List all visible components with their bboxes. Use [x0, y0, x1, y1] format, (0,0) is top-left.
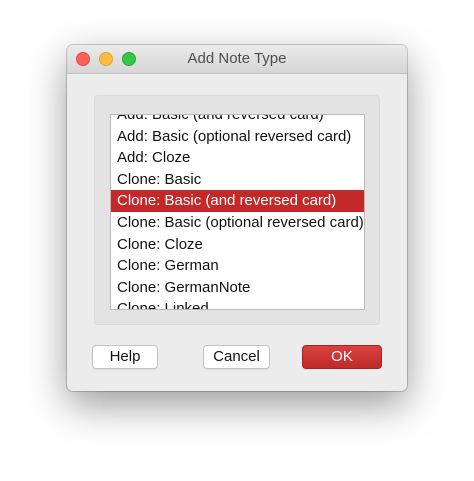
note-type-list-items: Add: Basic (and reversed card) Add: Basi…	[111, 115, 364, 309]
list-item-selected[interactable]: Clone: Basic (and reversed card)	[111, 190, 364, 212]
cancel-button[interactable]: Cancel	[203, 345, 270, 369]
list-item[interactable]: Clone: Basic (optional reversed card)	[111, 212, 364, 234]
list-item[interactable]: Clone: German	[111, 255, 364, 277]
note-type-list[interactable]: Add: Basic (and reversed card) Add: Basi…	[110, 114, 365, 310]
title-bar[interactable]: Add Note Type	[67, 45, 407, 74]
list-item[interactable]: Clone: GermanNote	[111, 277, 364, 299]
list-item[interactable]: Add: Basic (optional reversed card)	[111, 126, 364, 148]
list-item[interactable]: Clone: Cloze	[111, 234, 364, 256]
list-item[interactable]: Clone: Basic	[111, 169, 364, 191]
list-item[interactable]: Clone: Linked	[111, 298, 364, 309]
ok-button[interactable]: OK	[302, 345, 382, 369]
add-note-type-dialog: Add Note Type Add: Basic (and reversed c…	[67, 45, 407, 391]
note-type-group: Add: Basic (and reversed card) Add: Basi…	[94, 95, 380, 325]
list-item[interactable]: Add: Cloze	[111, 147, 364, 169]
list-item[interactable]: Add: Basic (and reversed card)	[111, 115, 364, 126]
help-button[interactable]: Help	[92, 345, 158, 369]
window-title: Add Note Type	[187, 50, 287, 67]
